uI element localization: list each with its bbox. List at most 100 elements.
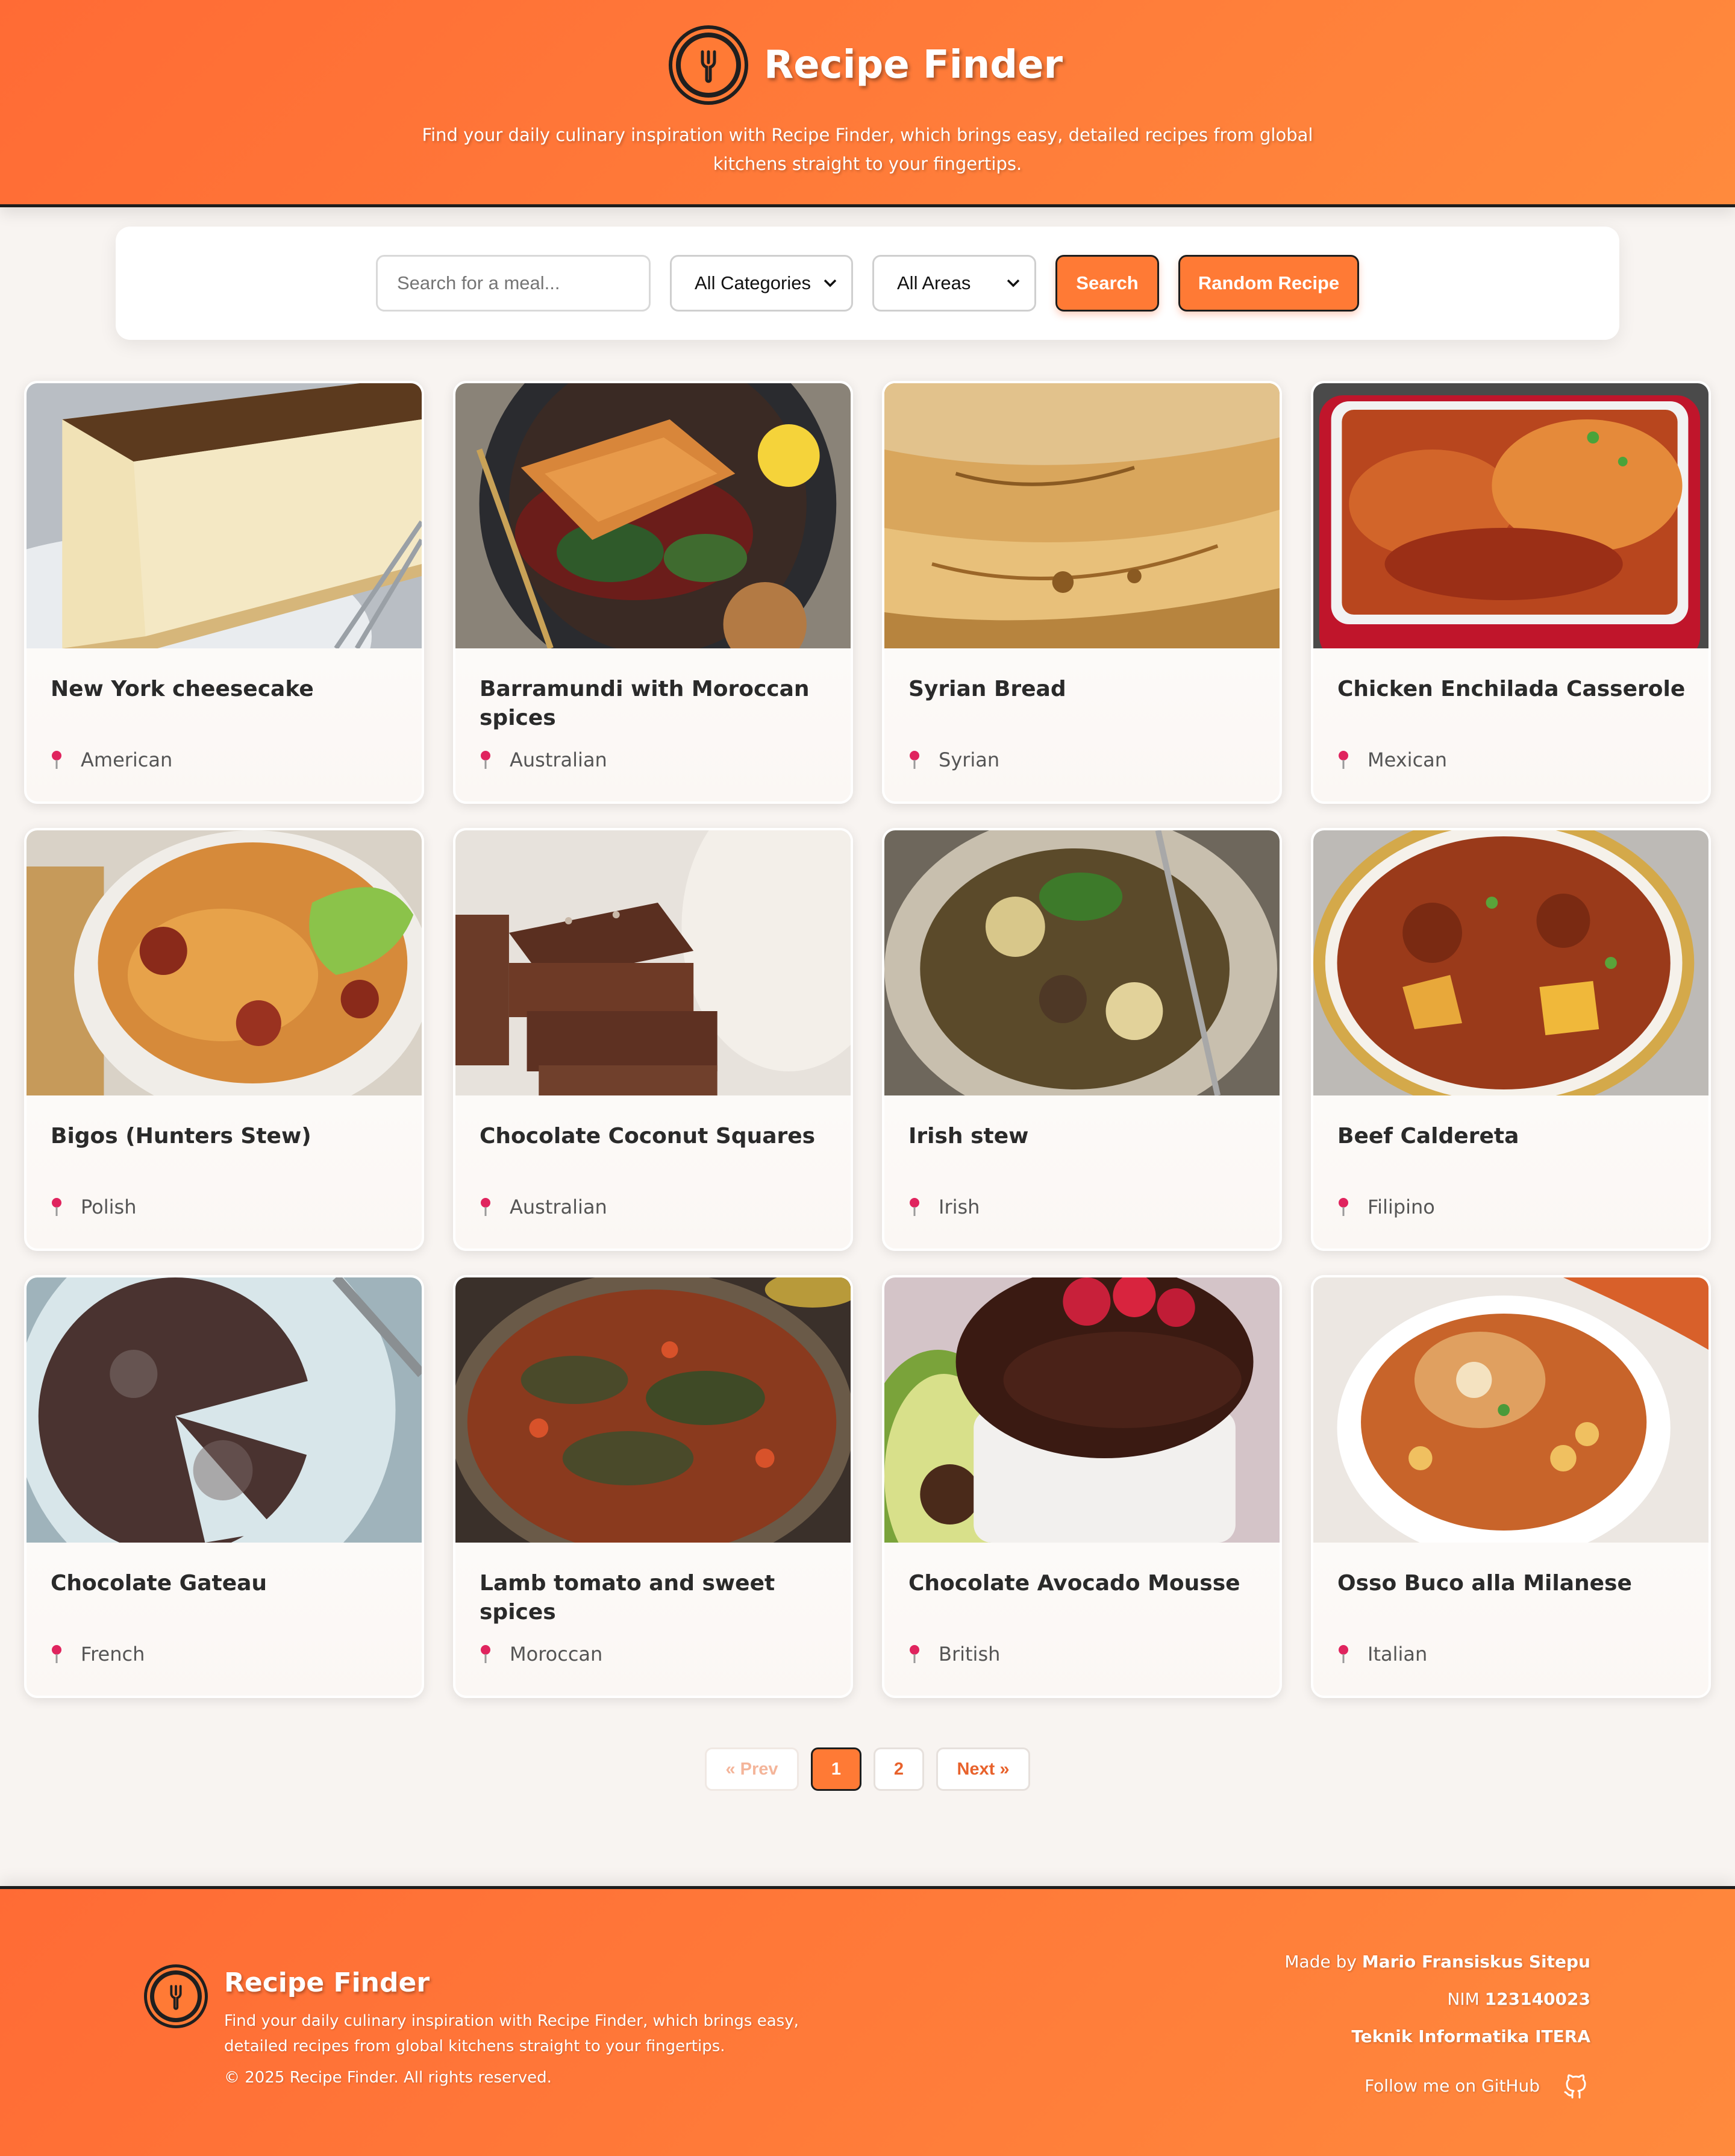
- recipe-image: [1313, 830, 1708, 1095]
- pin-icon: [1339, 1198, 1348, 1216]
- app-title: Recipe Finder: [763, 43, 1063, 87]
- pin-icon: [52, 751, 61, 769]
- recipe-area-label: American: [81, 748, 173, 771]
- recipe-card[interactable]: Syrian Bread Syrian: [882, 381, 1282, 804]
- footer-title: Recipe Finder: [224, 1967, 430, 1998]
- pin-icon: [1339, 751, 1348, 769]
- search-input[interactable]: [376, 255, 651, 312]
- page-button-2[interactable]: 2: [874, 1747, 924, 1791]
- category-select[interactable]: All Categories: [670, 255, 853, 312]
- recipe-area: Australian: [480, 1196, 607, 1218]
- recipe-area-label: Moroccan: [510, 1643, 603, 1666]
- category-select-value: All Categories: [695, 272, 811, 293]
- recipe-card[interactable]: Chicken Enchilada Casserole Mexican: [1311, 381, 1711, 804]
- chevron-down-icon: [1007, 279, 1020, 287]
- recipe-title: Beef Caldereta: [1337, 1124, 1519, 1149]
- recipe-card[interactable]: Bigos (Hunters Stew) Polish: [24, 828, 424, 1251]
- area-select[interactable]: All Areas: [872, 255, 1036, 312]
- recipe-area-label: Polish: [81, 1196, 137, 1218]
- recipe-image: [884, 830, 1280, 1095]
- recipe-area: American: [51, 748, 172, 771]
- site-footer: Recipe Finder Find your daily culinary i…: [0, 1886, 1735, 2156]
- nim-value: 123140023: [1484, 1989, 1590, 2009]
- page-button-1[interactable]: 1: [811, 1747, 861, 1791]
- recipe-image: [455, 1277, 851, 1543]
- chevron-down-icon: [824, 279, 837, 287]
- recipe-image: [884, 383, 1280, 648]
- github-link[interactable]: Follow me on GitHub: [1048, 2071, 1590, 2100]
- footer-copyright: © 2025 Recipe Finder. All rights reserve…: [224, 2069, 552, 2087]
- pin-icon: [481, 1645, 490, 1663]
- recipe-image: [884, 1277, 1280, 1543]
- pin-icon: [910, 1645, 919, 1663]
- recipe-card[interactable]: New York cheesecake American: [24, 381, 424, 804]
- recipe-area: Italian: [1337, 1643, 1427, 1666]
- header-tagline: Find your daily culinary inspiration wit…: [422, 125, 1313, 174]
- recipe-title: Irish stew: [908, 1124, 1029, 1149]
- search-panel: All Categories All Areas Search Random R…: [116, 227, 1619, 340]
- recipe-title: Lamb tomato and sweet spices: [480, 1571, 775, 1625]
- recipe-image: [455, 383, 851, 648]
- pin-icon: [52, 1645, 61, 1663]
- recipe-area-label: Australian: [510, 1196, 607, 1218]
- site-header: Recipe Finder Find your daily culinary i…: [0, 0, 1735, 207]
- recipe-title: New York cheesecake: [51, 677, 314, 701]
- pin-icon: [1339, 1645, 1348, 1663]
- nim-prefix: NIM: [1447, 1989, 1485, 2009]
- recipe-card[interactable]: Irish stew Irish: [882, 828, 1282, 1251]
- recipe-area-label: Filipino: [1368, 1196, 1435, 1218]
- recipe-title: Bigos (Hunters Stew): [51, 1124, 311, 1149]
- pagination: « Prev 1 2 Next »: [0, 1747, 1735, 1791]
- brand: Recipe Finder: [0, 29, 1735, 101]
- recipe-area: Moroccan: [480, 1643, 602, 1666]
- recipe-area: Filipino: [1337, 1196, 1435, 1218]
- next-page-button[interactable]: Next »: [936, 1747, 1030, 1791]
- recipe-area: Mexican: [1337, 748, 1447, 771]
- recipe-title: Chocolate Avocado Mousse: [908, 1571, 1240, 1596]
- area-select-value: All Areas: [897, 272, 971, 293]
- recipe-card[interactable]: Barramundi with Moroccan spices Australi…: [453, 381, 853, 804]
- recipe-area: Syrian: [908, 748, 999, 771]
- recipe-card[interactable]: Chocolate Gateau French: [24, 1275, 424, 1698]
- recipe-title: Chocolate Gateau: [51, 1571, 267, 1596]
- recipe-title: Osso Buco alla Milanese: [1337, 1571, 1632, 1596]
- recipe-area: British: [908, 1643, 1000, 1666]
- footer-credits: Made by Mario Fransiskus Sitepu NIM 1231…: [1048, 1943, 1590, 2100]
- recipe-area-label: British: [939, 1643, 1001, 1666]
- recipe-card[interactable]: Osso Buco alla Milanese Italian: [1311, 1275, 1711, 1698]
- fork-logo-icon: [672, 29, 745, 101]
- recipe-image: [27, 830, 422, 1095]
- author-name: Mario Fransiskus Sitepu: [1361, 1952, 1590, 1972]
- recipe-area: Irish: [908, 1196, 980, 1218]
- pin-icon: [481, 1198, 490, 1216]
- recipe-image: [27, 1277, 422, 1543]
- fork-logo-icon: [147, 1967, 205, 2025]
- search-button[interactable]: Search: [1055, 255, 1159, 312]
- recipe-image: [27, 383, 422, 648]
- recipe-area: Australian: [480, 748, 607, 771]
- recipe-card[interactable]: Beef Caldereta Filipino: [1311, 828, 1711, 1251]
- recipe-image: [1313, 1277, 1708, 1543]
- recipe-area-label: Syrian: [939, 748, 1000, 771]
- recipe-image: [1313, 383, 1708, 648]
- recipe-area-label: Australian: [510, 748, 607, 771]
- github-icon[interactable]: [1562, 2071, 1590, 2100]
- recipe-grid: New York cheesecake American Barramundi: [24, 381, 1711, 1698]
- random-recipe-button[interactable]: Random Recipe: [1178, 255, 1359, 312]
- recipe-card[interactable]: Chocolate Coconut Squares Australian: [453, 828, 853, 1251]
- nim-line: NIM 123140023: [1048, 1981, 1590, 2018]
- institution: Teknik Informatika ITERA: [1351, 2026, 1590, 2046]
- recipe-area-label: Irish: [939, 1196, 980, 1218]
- recipe-area-label: Italian: [1368, 1643, 1428, 1666]
- made-by-prefix: Made by: [1284, 1952, 1362, 1972]
- recipe-title: Syrian Bread: [908, 677, 1066, 701]
- pin-icon: [52, 1198, 61, 1216]
- recipe-image: [455, 830, 851, 1095]
- footer-description: Find your daily culinary inspiration wit…: [224, 2012, 799, 2055]
- recipe-card[interactable]: Lamb tomato and sweet spices Moroccan: [453, 1275, 853, 1698]
- recipe-card[interactable]: Chocolate Avocado Mousse British: [882, 1275, 1282, 1698]
- made-by-line: Made by Mario Fransiskus Sitepu: [1048, 1943, 1590, 1981]
- prev-page-button[interactable]: « Prev: [705, 1747, 799, 1791]
- recipe-area: French: [51, 1643, 145, 1666]
- recipe-area-label: Mexican: [1368, 748, 1448, 771]
